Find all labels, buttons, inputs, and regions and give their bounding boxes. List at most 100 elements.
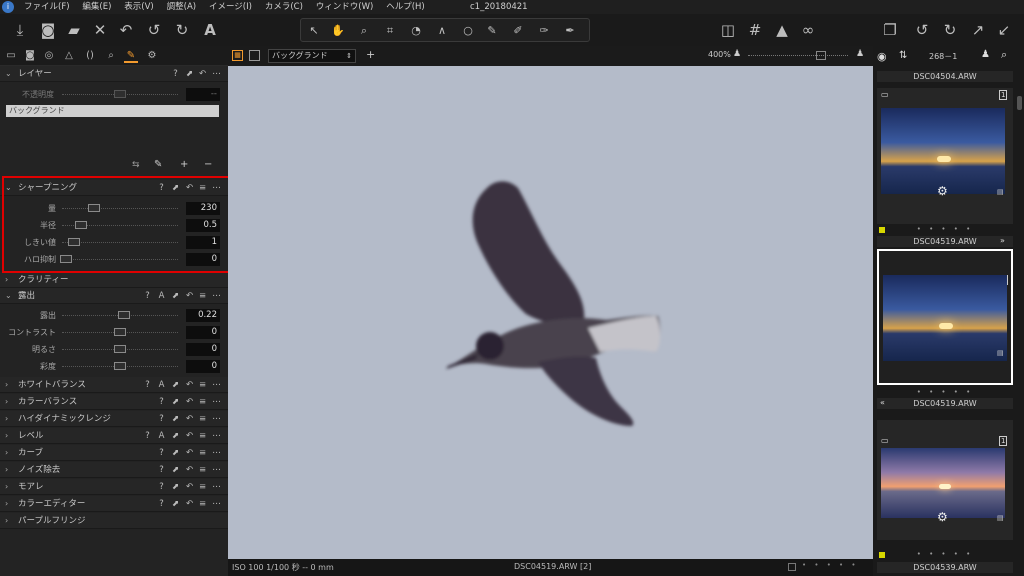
color-balance-header[interactable]: › カラーバランス ? ⬈ ↶ ≡ ⋯ bbox=[0, 394, 228, 410]
slider-value[interactable]: 0 bbox=[186, 360, 220, 373]
redo-icon[interactable]: ↻ bbox=[172, 20, 192, 40]
person-icon[interactable]: ♟ bbox=[733, 49, 741, 59]
tab-lens-icon[interactable]: () bbox=[83, 49, 97, 63]
rating-dots[interactable]: • • • • • bbox=[877, 225, 1013, 234]
search-icon[interactable]: ⌕ bbox=[1001, 48, 1007, 62]
color-editor-header[interactable]: › カラーエディター ? ⬈ ↶ ≡ ⋯ bbox=[0, 496, 228, 512]
zoom-slider[interactable] bbox=[748, 55, 848, 57]
menu-icon[interactable]: ≡ bbox=[197, 445, 208, 461]
picker-icon[interactable]: ✑ bbox=[535, 22, 553, 40]
tab-settings-gear-icon[interactable]: ⚙ bbox=[145, 49, 159, 63]
reset-icon[interactable]: ↶ bbox=[184, 462, 195, 478]
opacity-value[interactable]: -- bbox=[186, 88, 220, 101]
tab-color-icon[interactable]: ◎ bbox=[42, 49, 56, 63]
annotate-icon[interactable]: ✒ bbox=[561, 22, 579, 40]
text-tool-icon[interactable]: A bbox=[200, 20, 220, 40]
layer-brush-icon[interactable]: ✎ bbox=[154, 159, 162, 170]
tab-adjust-icon[interactable]: ✎ bbox=[124, 49, 138, 63]
menu-icon[interactable]: ≡ bbox=[197, 377, 208, 393]
import-icon[interactable]: ⤓ bbox=[10, 20, 30, 40]
copy-apply-icon[interactable]: ⬈ bbox=[170, 479, 181, 495]
image-viewer[interactable] bbox=[228, 66, 873, 559]
menu-edit[interactable]: 編集(E) bbox=[82, 0, 111, 14]
copy-apply-icon[interactable]: ⬈ bbox=[170, 377, 181, 393]
gear-icon[interactable]: ⚙ bbox=[937, 510, 948, 524]
glasses-icon[interactable]: ∞ bbox=[798, 20, 818, 40]
slider-thumb[interactable] bbox=[114, 362, 126, 370]
reset-icon[interactable]: ↶ bbox=[184, 288, 195, 304]
more-icon[interactable]: ⋯ bbox=[211, 479, 222, 495]
export-icon[interactable]: ↗ bbox=[968, 20, 988, 40]
remove-layer-icon[interactable]: − bbox=[204, 159, 212, 170]
slider-thumb[interactable] bbox=[114, 328, 126, 336]
eyedropper-icon[interactable]: ✐ bbox=[509, 22, 527, 40]
zoom-level[interactable]: 400% bbox=[708, 50, 731, 59]
undo-icon[interactable]: ↺ bbox=[144, 20, 164, 40]
compare-icon[interactable]: ◫ bbox=[718, 20, 738, 40]
circle-icon[interactable]: ○ bbox=[459, 22, 477, 40]
purple-fringe-header[interactable]: › パープルフリンジ bbox=[0, 513, 228, 529]
help-icon[interactable]: ? bbox=[156, 462, 167, 478]
noise-reduction-header[interactable]: › ノイズ除去 ? ⬈ ↶ ≡ ⋯ bbox=[0, 462, 228, 478]
undo-all-icon[interactable]: ↶ bbox=[116, 20, 136, 40]
expand-arrow-icon[interactable]: › bbox=[5, 272, 8, 288]
tab-search-icon[interactable]: ⌕ bbox=[104, 49, 118, 63]
tab-capture-icon[interactable]: ◙ bbox=[23, 49, 37, 63]
layer-list-item[interactable]: バックグランド bbox=[6, 105, 219, 117]
help-icon[interactable]: ? bbox=[156, 445, 167, 461]
copy-apply-icon[interactable]: ⬈ bbox=[184, 66, 195, 82]
tab-exposure-icon[interactable]: △ bbox=[62, 49, 76, 63]
more-icon[interactable]: ⋯ bbox=[211, 445, 222, 461]
layer-mask-icon[interactable]: ⇆ bbox=[132, 160, 140, 170]
more-icon[interactable]: ⋯ bbox=[211, 394, 222, 410]
delete-icon[interactable]: ✕ bbox=[90, 20, 110, 40]
copy-apply-icon[interactable]: ⬈ bbox=[170, 462, 181, 478]
auto-icon[interactable]: A bbox=[156, 428, 167, 444]
loupe-icon[interactable]: ⌕ bbox=[355, 22, 373, 40]
auto-icon[interactable]: A bbox=[156, 377, 167, 393]
layers-header[interactable]: ⌄ レイヤー ? ⬈ ↶ ⋯ bbox=[0, 66, 228, 82]
prev-chevron-icon[interactable]: « bbox=[880, 398, 885, 407]
single-view-icon[interactable] bbox=[249, 50, 260, 61]
menu-icon[interactable]: ≡ bbox=[197, 479, 208, 495]
menu-view[interactable]: 表示(V) bbox=[124, 0, 153, 14]
expand-arrow-icon[interactable]: › bbox=[5, 445, 8, 461]
copy-apply-icon[interactable]: ⬈ bbox=[170, 411, 181, 427]
person-icon[interactable]: ♟ bbox=[981, 49, 990, 60]
help-icon[interactable]: ? bbox=[156, 496, 167, 512]
more-icon[interactable]: ⋯ bbox=[211, 377, 222, 393]
menu-icon[interactable]: ≡ bbox=[197, 411, 208, 427]
help-icon[interactable]: ? bbox=[156, 479, 167, 495]
rating-dots[interactable]: • • • • • bbox=[877, 388, 1013, 397]
color-tag-box[interactable] bbox=[788, 563, 796, 571]
copy-apply-icon[interactable]: ⬈ bbox=[170, 428, 181, 444]
menu-icon[interactable]: ≡ bbox=[197, 394, 208, 410]
more-icon[interactable]: ⋯ bbox=[211, 411, 222, 427]
scrollbar-thumb[interactable] bbox=[1017, 96, 1022, 110]
menu-camera[interactable]: カメラ(C) bbox=[265, 0, 303, 14]
thumbnail[interactable]: ▭ 1 ⚙ ▤ bbox=[877, 88, 1013, 224]
copy-apply-icon[interactable]: ⬈ bbox=[170, 445, 181, 461]
menu-adjust[interactable]: 調整(A) bbox=[167, 0, 196, 14]
import-arrow-icon[interactable]: ↙ bbox=[994, 20, 1014, 40]
reset-icon[interactable]: ↶ bbox=[184, 411, 195, 427]
more-icon[interactable]: ⋯ bbox=[211, 288, 222, 304]
opacity-thumb[interactable] bbox=[114, 90, 126, 98]
person-icon[interactable]: ♟ bbox=[856, 49, 864, 59]
expand-arrow-icon[interactable]: › bbox=[5, 377, 8, 393]
exposure-header[interactable]: ⌄ 露出 ? A ⬈ ↶ ≡ ⋯ bbox=[0, 288, 228, 304]
slider-value[interactable]: 0 bbox=[186, 326, 220, 339]
reset-icon[interactable]: ↶ bbox=[184, 496, 195, 512]
reset-icon[interactable]: ↶ bbox=[184, 428, 195, 444]
slider-value[interactable]: 0.22 bbox=[186, 309, 220, 322]
collapse-arrow-icon[interactable]: ⌄ bbox=[5, 288, 12, 304]
clarity-header[interactable]: › クラリティー bbox=[0, 272, 228, 288]
keystone-icon[interactable]: ∧ bbox=[433, 22, 451, 40]
levels-header[interactable]: › レベル ? A ⬈ ↶ ≡ ⋯ bbox=[0, 428, 228, 444]
gear-icon[interactable]: ⚙ bbox=[937, 184, 948, 198]
copy-apply-icon[interactable]: ⬈ bbox=[170, 288, 181, 304]
grid-icon[interactable]: # bbox=[745, 20, 765, 40]
folder-icon[interactable]: ▰ bbox=[64, 20, 84, 40]
help-icon[interactable]: ? bbox=[156, 411, 167, 427]
camera-icon[interactable]: ◙ bbox=[38, 20, 58, 40]
